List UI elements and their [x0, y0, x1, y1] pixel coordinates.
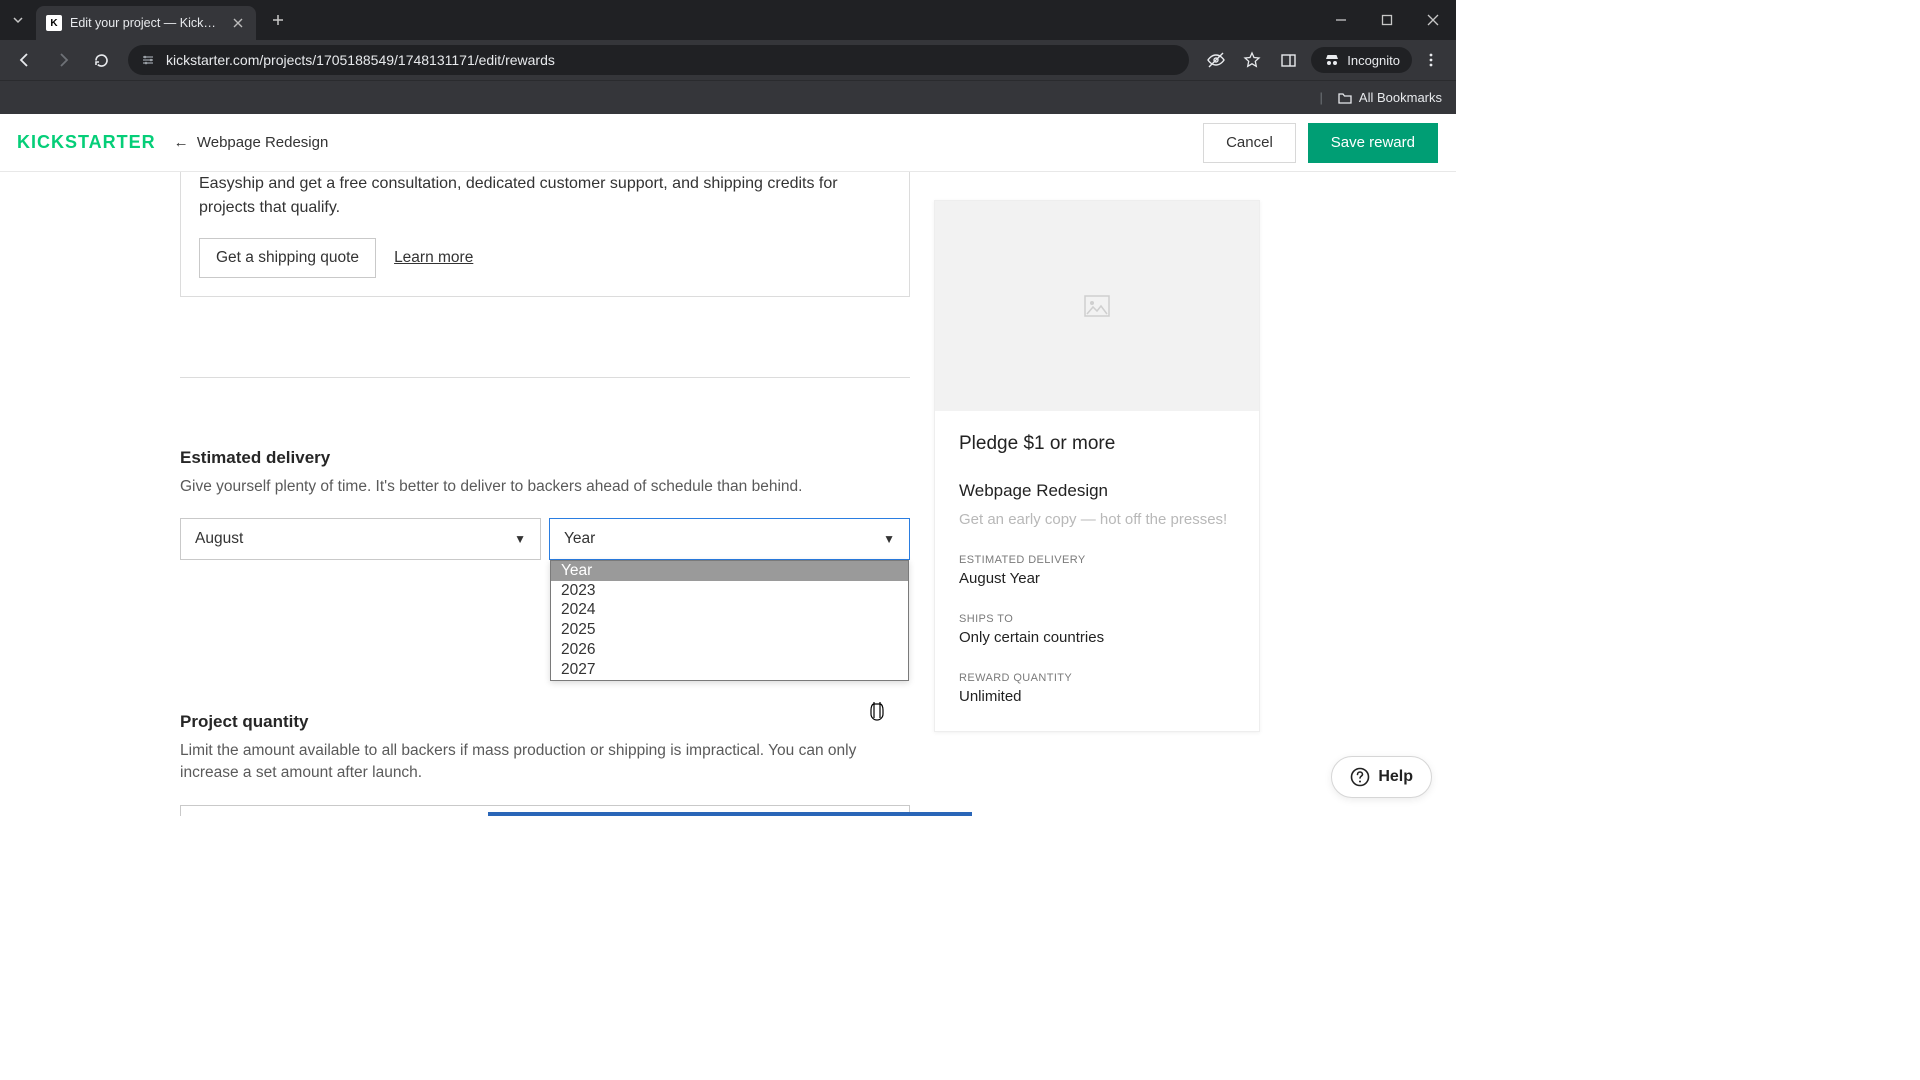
reward-preview-card: Pledge $1 or more Webpage Redesign Get a…: [934, 200, 1260, 732]
project-quantity-heading: Project quantity: [180, 712, 910, 732]
url-text: kickstarter.com/projects/1705188549/1748…: [166, 52, 555, 68]
side-panel-icon[interactable]: [1271, 43, 1305, 77]
delivery-year-select[interactable]: Year ▼ Year 2023 2024 2025 2026 2027: [549, 518, 910, 560]
browser-titlebar: K Edit your project — Kickstarter: [0, 0, 1456, 40]
bottom-accent-strip: [488, 812, 972, 816]
bookmark-star-icon[interactable]: [1235, 43, 1269, 77]
year-option-2023[interactable]: 2023: [551, 581, 908, 601]
year-option-2025[interactable]: 2025: [551, 620, 908, 640]
kickstarter-logo[interactable]: KICKSTARTER: [17, 132, 156, 153]
browser-tab[interactable]: K Edit your project — Kickstarter: [36, 6, 256, 40]
site-settings-icon[interactable]: [140, 52, 156, 68]
ships-to-value: Only certain countries: [959, 629, 1235, 646]
delivery-month-value: August: [195, 530, 243, 548]
ships-to-label: SHIPS TO: [959, 613, 1235, 625]
all-bookmarks-button[interactable]: All Bookmarks: [1337, 90, 1442, 106]
tab-search-dropdown[interactable]: [0, 2, 36, 38]
caret-down-icon: ▼: [883, 532, 895, 546]
incognito-eye-icon[interactable]: [1199, 43, 1233, 77]
minimize-button[interactable]: [1318, 0, 1364, 40]
reward-title: Webpage Redesign: [959, 481, 1235, 501]
new-tab-button[interactable]: [264, 6, 292, 34]
get-shipping-quote-button[interactable]: Get a shipping quote: [199, 238, 376, 278]
incognito-chip[interactable]: Incognito: [1311, 47, 1412, 73]
delivery-month-select[interactable]: August ▼: [180, 518, 541, 560]
estimated-delivery-value: August Year: [959, 570, 1235, 587]
folder-icon: [1337, 90, 1353, 106]
preview-image-placeholder: [935, 201, 1259, 411]
delivery-year-value: Year: [564, 530, 595, 548]
reward-quantity-value: Unlimited: [959, 688, 1235, 705]
favicon-icon: K: [46, 15, 62, 31]
address-bar[interactable]: kickstarter.com/projects/1705188549/1748…: [128, 45, 1189, 75]
year-option-2024[interactable]: 2024: [551, 600, 908, 620]
bookmarks-bar: | All Bookmarks: [0, 80, 1456, 114]
project-back-link[interactable]: ← Webpage Redesign: [174, 134, 329, 151]
reward-description: Get an early copy — hot off the presses!: [959, 511, 1235, 528]
chrome-menu-icon[interactable]: [1414, 43, 1448, 77]
cancel-button[interactable]: Cancel: [1203, 123, 1296, 163]
reward-quantity-label: REWARD QUANTITY: [959, 672, 1235, 684]
image-placeholder-icon: [1084, 295, 1110, 317]
project-quantity-subtext: Limit the amount available to all backer…: [180, 740, 910, 785]
caret-down-icon: ▼: [514, 532, 526, 546]
forward-button[interactable]: [46, 43, 80, 77]
learn-more-link[interactable]: Learn more: [394, 249, 473, 267]
maximize-button[interactable]: [1364, 0, 1410, 40]
shipping-description: Easyship and get a free consultation, de…: [199, 172, 891, 220]
year-option-2026[interactable]: 2026: [551, 640, 908, 660]
save-reward-button[interactable]: Save reward: [1308, 123, 1438, 163]
estimated-delivery-label: ESTIMATED DELIVERY: [959, 554, 1235, 566]
help-icon: [1350, 767, 1370, 787]
tab-title: Edit your project — Kickstarter: [70, 16, 222, 30]
year-option-2027[interactable]: 2027: [551, 660, 908, 680]
year-option-placeholder[interactable]: Year: [551, 561, 908, 581]
incognito-icon: [1323, 51, 1341, 69]
help-button[interactable]: Help: [1331, 756, 1432, 798]
back-arrow-icon: ←: [174, 134, 189, 151]
estimated-delivery-subtext: Give yourself plenty of time. It's bette…: [180, 476, 910, 498]
reload-button[interactable]: [84, 43, 118, 77]
page-content: Easyship and get a free consultation, de…: [0, 172, 1456, 816]
all-bookmarks-label: All Bookmarks: [1359, 90, 1442, 105]
app-header: KICKSTARTER ← Webpage Redesign Cancel Sa…: [0, 114, 1456, 172]
window-controls: [1318, 0, 1456, 40]
year-dropdown: Year 2023 2024 2025 2026 2027: [550, 560, 909, 681]
estimated-delivery-heading: Estimated delivery: [180, 448, 910, 468]
close-window-button[interactable]: [1410, 0, 1456, 40]
tab-close-icon[interactable]: [230, 15, 246, 31]
back-button[interactable]: [8, 43, 42, 77]
help-label: Help: [1378, 768, 1413, 786]
bookmarks-separator: |: [1320, 90, 1323, 105]
section-divider: [180, 377, 910, 378]
project-name: Webpage Redesign: [197, 134, 328, 151]
incognito-label: Incognito: [1347, 53, 1400, 68]
shipping-info-box: Easyship and get a free consultation, de…: [180, 172, 910, 297]
browser-toolbar: kickstarter.com/projects/1705188549/1748…: [0, 40, 1456, 80]
pledge-amount: Pledge $1 or more: [959, 433, 1235, 455]
